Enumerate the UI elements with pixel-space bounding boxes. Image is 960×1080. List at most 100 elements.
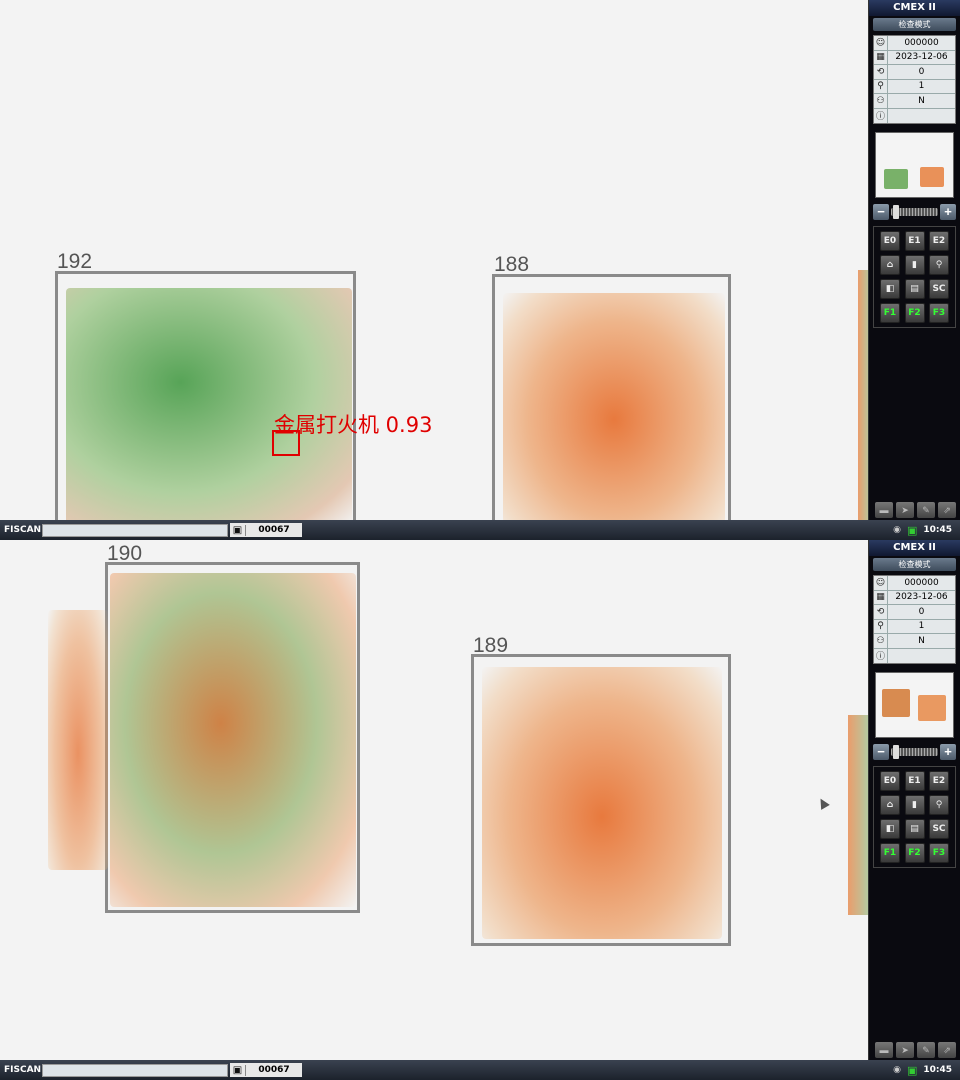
info-row-count: ⟲ 0 [874,64,955,80]
zoom-out-button[interactable]: − [873,744,889,760]
side-panel: CMEX II 检查模式 ☺ 000000 ▦ 2023-12-06 ⟲ 0 ⚲ 1 ⚇… [868,0,960,520]
sc-button[interactable]: SC [929,819,949,839]
zoom-out-button[interactable]: − [873,204,889,220]
thumbnail-bag [882,689,910,717]
thumbnail-bag [884,169,908,189]
calendar-icon: ▦ [874,50,888,65]
filter-icon[interactable]: ▤ [904,279,925,299]
list-icon[interactable]: ▬ [875,502,893,518]
bag-counter: ▣ 00067 [230,1063,302,1077]
thumbnail-bag [920,167,944,187]
f1-button[interactable]: F1 [880,843,900,863]
clock: 10:45 [923,525,952,535]
xray-scan-image [66,288,352,520]
contrast-icon[interactable]: ▮ [904,795,925,815]
f1-button[interactable]: F1 [880,303,900,323]
progress-bar [42,1063,228,1077]
zoom-control: − + [873,204,956,220]
bag-count: 00067 [258,525,290,535]
bottom-screen: 190 189 CMEX II 检查模式 ☺ 000000 ▦ 2023-12-06… [0,540,960,1080]
incoming-bag-edge [848,715,868,915]
bag-frame[interactable] [105,562,360,913]
count-value: 0 [918,66,925,77]
zoom-in-button[interactable]: + [940,204,956,220]
info-icon: ⓘ [874,648,888,663]
f2-button[interactable]: F2 [904,303,925,323]
e0-button[interactable]: E0 [880,771,900,791]
e1-button[interactable]: E1 [904,771,925,791]
tool-icon[interactable]: ✎ [917,1042,935,1058]
status-bar: FISCAN ▣ 00067 ◉ ▣ 10:45 [0,1060,960,1080]
calendar-icon: ▦ [874,590,888,605]
zoom-slider-handle[interactable] [893,745,899,759]
operator-value: N [918,95,925,106]
side-panel: CMEX II 检查模式 ☺ 000000 ▦ 2023-12-06 ⟲ 0 ⚲ 1 ⚇… [868,540,960,1060]
invert-icon[interactable]: ◧ [880,279,900,299]
xray-scan-image [110,573,356,907]
info-row-info: ⓘ [874,648,955,664]
system-tray: ◉ ▣ 10:45 [868,1060,960,1080]
f2-button[interactable]: F2 [904,843,925,863]
mouse-cursor-icon [816,796,830,810]
contrast-icon[interactable]: ▮ [904,255,925,275]
export-icon[interactable]: ⇗ [938,502,956,518]
mode-label[interactable]: 检查模式 [873,18,956,31]
e2-button[interactable]: E2 [929,771,949,791]
zoom-in-button[interactable]: + [940,744,956,760]
user-value: 000000 [904,577,939,588]
sc-button[interactable]: SC [929,279,949,299]
signal-icon: ◉ [893,525,901,535]
home-icon[interactable]: ⌂ [880,795,900,815]
magnify-icon[interactable]: ⚲ [929,255,949,275]
panel-footer: ▬ ➤ ✎ ⇗ [875,502,956,518]
export-icon[interactable]: ⇗ [938,1042,956,1058]
bag-frame[interactable] [55,271,356,520]
mode-label[interactable]: 检查模式 [873,558,956,571]
panel-footer: ▬ ➤ ✎ ⇗ [875,1042,956,1058]
xray-view[interactable]: 192 金属打火机 0.93 188 [0,0,868,520]
home-icon[interactable]: ⌂ [880,255,900,275]
count-icon: ⟲ [874,604,888,619]
zoom-slider[interactable] [891,205,938,219]
f3-button[interactable]: F3 [929,303,949,323]
thumbnail-preview[interactable] [875,672,954,738]
info-row-count: ⟲ 0 [874,604,955,620]
forward-icon[interactable]: ➤ [896,1042,914,1058]
xray-view[interactable]: 190 189 [0,540,868,1060]
thumbnail-preview[interactable] [875,132,954,198]
info-table: ☺ 000000 ▦ 2023-12-06 ⟲ 0 ⚲ 1 ⚇ N ⓘ [873,35,956,124]
signal-icon: ◉ [893,1065,901,1075]
filter-icon[interactable]: ▤ [904,819,925,839]
tool-icon[interactable]: ✎ [917,502,935,518]
info-row-date: ▦ 2023-12-06 [874,50,955,65]
e0-button[interactable]: E0 [880,231,900,251]
bag-frame[interactable] [492,274,731,520]
info-row-operator: ⚇ N [874,93,955,109]
magnify-icon[interactable]: ⚲ [929,795,949,815]
count-value: 0 [918,606,925,617]
incoming-bag-edge [858,270,868,520]
network-icon: ▣ [906,1063,918,1077]
e1-button[interactable]: E1 [904,231,925,251]
xray-scan-image [482,667,722,939]
date-value: 2023-12-06 [895,592,948,603]
list-icon[interactable]: ▬ [875,1042,893,1058]
bag-count: 00067 [258,1065,290,1075]
zoom-value: 1 [918,621,925,632]
info-row-date: ▦ 2023-12-06 [874,590,955,605]
app-title: CMEX II [869,540,960,556]
zoom-slider-handle[interactable] [893,205,899,219]
clock: 10:45 [923,1065,952,1075]
function-buttons: E0 E1 E2 ⌂ ▮ ⚲ ◧ ▤ SC F1 F2 F3 [873,226,956,328]
zoom-slider[interactable] [891,745,938,759]
app-title: CMEX II [869,0,960,16]
f3-button[interactable]: F3 [929,843,949,863]
invert-icon[interactable]: ◧ [880,819,900,839]
brand-label: FISCAN [4,1065,42,1075]
user-value: 000000 [904,37,939,48]
baggage-icon: ▣ [230,1064,246,1076]
forward-icon[interactable]: ➤ [896,502,914,518]
bag-frame[interactable] [471,654,731,946]
e2-button[interactable]: E2 [929,231,949,251]
top-screen: 192 金属打火机 0.93 188 CMEX II 检查模式 ☺ 000000 … [0,0,960,540]
